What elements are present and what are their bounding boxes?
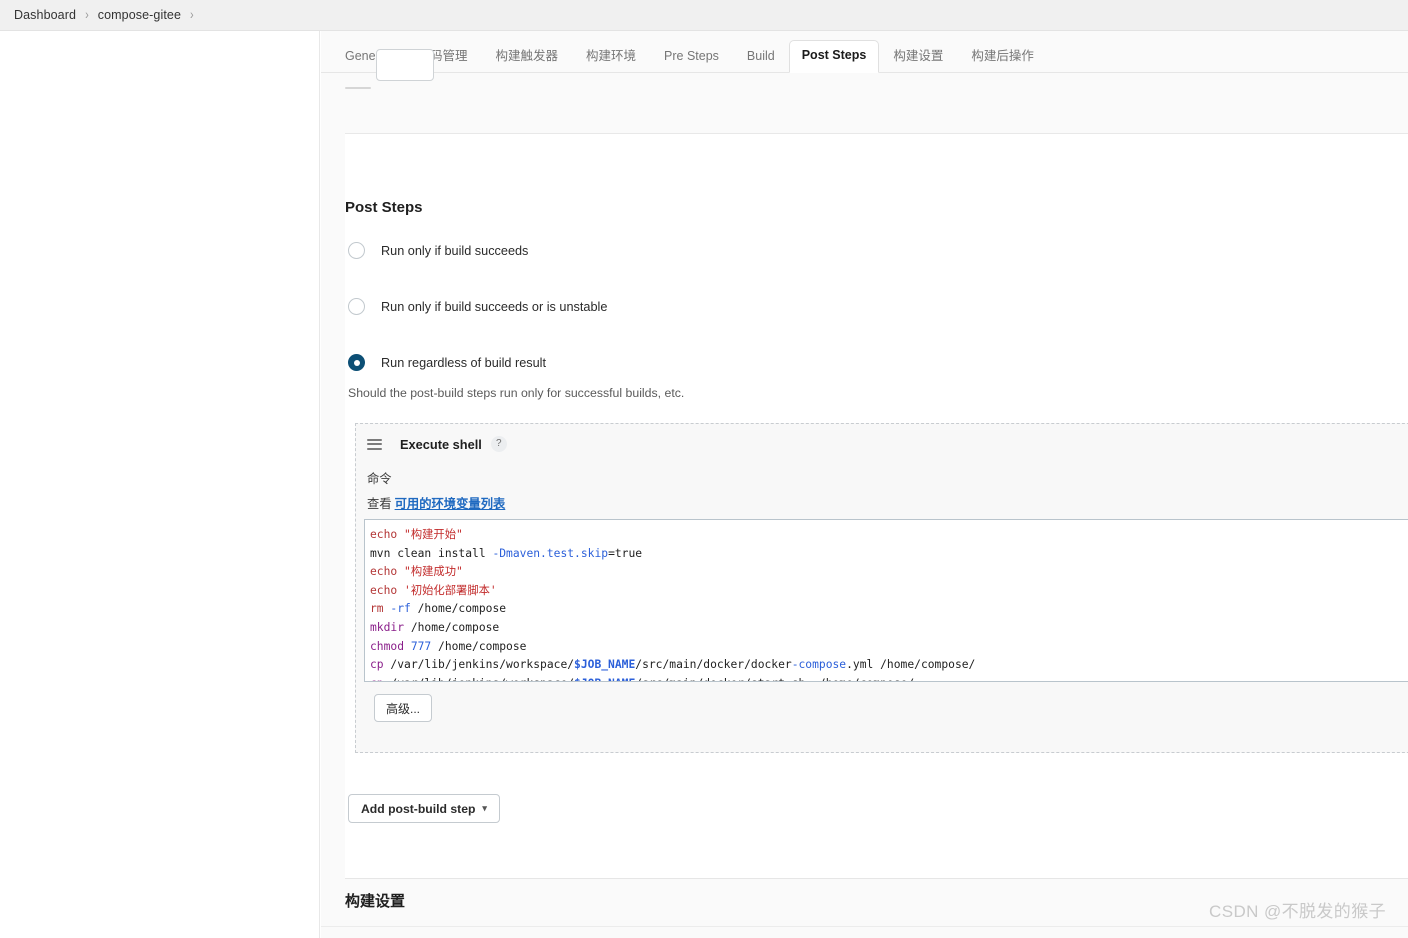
advanced-button[interactable]: 高级... [374, 694, 432, 722]
step-header: Execute shell ? [367, 436, 507, 452]
tab-post-build-actions[interactable]: 构建后操作 [957, 42, 1048, 73]
form-footer: 保存 应用 [321, 926, 1408, 938]
radio-run-if-succeeds-or-unstable[interactable]: Run only if build succeeds or is unstabl… [348, 298, 607, 315]
radio-label-succeeds: Run only if build succeeds [381, 243, 529, 258]
breadcrumb-item-compose-gitee[interactable]: compose-gitee [98, 8, 181, 22]
shell-command-editor[interactable]: echo "构建开始" mvn clean install -Dmaven.tes… [364, 519, 1408, 682]
breadcrumb-item-dashboard[interactable]: Dashboard [14, 8, 76, 22]
radio-run-if-succeeds[interactable]: Run only if build succeeds [348, 242, 528, 259]
tab-pre-steps[interactable]: Pre Steps [650, 42, 733, 73]
app-root: Dashboard › compose-gitee › General 源码管理… [0, 0, 1408, 938]
tab-build-settings[interactable]: 构建设置 [879, 42, 957, 73]
tab-build[interactable]: Build [733, 42, 789, 73]
post-steps-sheet: Post Steps Run only if build succeeds Ru… [345, 134, 1408, 878]
env-variables-link[interactable]: 可用的环境变量列表 [395, 497, 506, 511]
breadcrumb-separator-icon-2: › [190, 7, 194, 23]
breadcrumb-separator-icon: › [85, 7, 89, 23]
page-title: Post Steps [345, 199, 423, 216]
step-title: Execute shell [400, 436, 482, 452]
radio-label-regardless: Run regardless of build result [381, 355, 547, 370]
radio-icon-succeeds[interactable] [348, 242, 365, 259]
radio-label-succeeds-unstable: Run only if build succeeds or is unstabl… [381, 299, 608, 314]
build-settings-title: 构建设置 [345, 893, 406, 910]
watermark: CSDN @不脱发的猴子 [1209, 902, 1386, 921]
env-hint-prefix: 查看 [367, 497, 392, 511]
clipped-divider [345, 87, 371, 89]
command-field-label: 命令 [367, 472, 392, 486]
main-content: General 源码管理 构建触发器 构建环境 Pre Steps Build … [321, 31, 1408, 938]
tab-post-steps[interactable]: Post Steps [788, 40, 880, 73]
shell-command-text[interactable]: echo "构建开始" mvn clean install -Dmaven.tes… [365, 520, 1408, 681]
clipped-button-above[interactable] [376, 49, 434, 81]
chevron-down-icon: ▾ [482, 803, 487, 813]
config-canvas: Post Steps Run only if build succeeds Ru… [321, 49, 1408, 938]
post-steps-help-text: Should the post-build steps run only for… [348, 386, 685, 400]
radio-icon-succeeds-unstable[interactable] [348, 298, 365, 315]
radio-run-regardless[interactable]: Run regardless of build result [348, 354, 546, 371]
drag-handle-icon[interactable] [367, 438, 382, 450]
execute-shell-step-block: Execute shell ? 命令 查看 可用的环境变量列表 echo "构建开… [355, 423, 1408, 753]
config-tabbar: General 源码管理 构建触发器 构建环境 Pre Steps Build … [321, 31, 1408, 73]
tab-build-environment[interactable]: 构建环境 [572, 42, 650, 73]
left-sidebar-panel [0, 31, 320, 938]
breadcrumb: Dashboard › compose-gitee › [0, 0, 1408, 31]
radio-icon-regardless-selected[interactable] [348, 354, 365, 371]
env-variables-hint: 查看 可用的环境变量列表 [367, 494, 505, 512]
add-post-build-step-button[interactable]: Add post-build step ▾ [348, 794, 500, 823]
add-post-build-step-label: Add post-build step [361, 801, 476, 816]
tab-build-trigger[interactable]: 构建触发器 [482, 42, 573, 73]
build-settings-divider [345, 878, 1408, 879]
help-icon[interactable]: ? [490, 436, 507, 452]
